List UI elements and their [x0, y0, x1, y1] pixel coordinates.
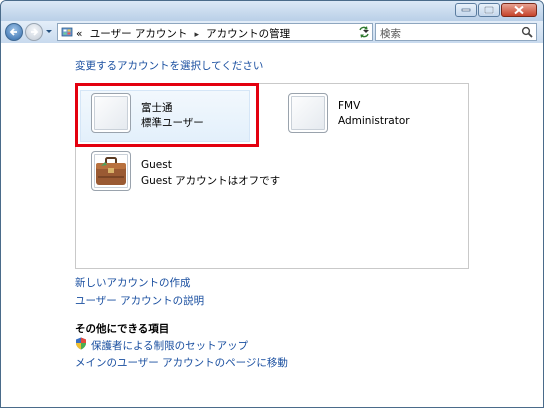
title-bar [1, 1, 543, 21]
control-panel-icon [61, 27, 73, 37]
create-account-link[interactable]: 新しいアカウントの作成 [75, 275, 191, 290]
refresh-icon[interactable] [357, 25, 371, 39]
navigation-bar: « ユーザー アカウント ▸ アカウントの管理 検索 [1, 21, 543, 43]
main-user-accounts-link[interactable]: メインのユーザー アカウントのページに移動 [75, 355, 288, 370]
back-button[interactable] [5, 23, 23, 41]
account-picture-fmv [288, 93, 328, 133]
selection-highlight-frame [75, 83, 259, 147]
breadcrumb-separator-icon[interactable]: ▸ [191, 30, 203, 40]
breadcrumb-user-accounts[interactable]: ユーザー アカウント [90, 28, 188, 40]
about-user-accounts-link[interactable]: ユーザー アカウントの説明 [75, 293, 204, 308]
breadcrumb-overflow[interactable]: « [76, 28, 82, 40]
window: « ユーザー アカウント ▸ アカウントの管理 検索 変更するアカウントを選択し… [0, 0, 544, 408]
close-icon [514, 5, 524, 15]
account-type: Guest アカウントはオフです [141, 175, 281, 187]
maximize-button[interactable] [478, 3, 500, 17]
briefcase-icon [96, 157, 126, 185]
window-controls [454, 3, 537, 17]
recent-pages-dropdown-icon[interactable] [45, 29, 53, 35]
search-placeholder: 検索 [380, 28, 401, 40]
maximize-icon [484, 6, 494, 14]
select-account-prompt: 変更するアカウントを選択してください [75, 60, 264, 72]
back-arrow-icon [9, 28, 17, 36]
other-tasks-heading: その他にできる項目 [75, 323, 170, 335]
forward-arrow-icon [31, 28, 39, 36]
parental-controls-link[interactable]: 保護者による制限のセットアップ [91, 338, 248, 353]
account-picture-guest [91, 151, 131, 191]
address-bar[interactable]: « ユーザー アカウント ▸ アカウントの管理 [57, 23, 373, 41]
search-box[interactable]: 検索 [375, 23, 537, 41]
account-name: FMV [338, 100, 361, 112]
account-type: Administrator [338, 115, 410, 127]
forward-button[interactable] [25, 23, 43, 41]
account-name: Guest [141, 159, 172, 171]
shield-icon [76, 337, 86, 350]
minimize-button[interactable] [455, 3, 477, 17]
breadcrumb-manage-accounts[interactable]: アカウントの管理 [206, 28, 290, 40]
search-icon[interactable] [521, 26, 533, 38]
content-area: 変更するアカウントを選択してください 富士通 標準ユーザー FMV Admini… [1, 43, 543, 407]
minimize-icon [461, 8, 471, 12]
breadcrumb: « ユーザー アカウント ▸ アカウントの管理 [76, 26, 290, 41]
close-button[interactable] [501, 3, 537, 17]
